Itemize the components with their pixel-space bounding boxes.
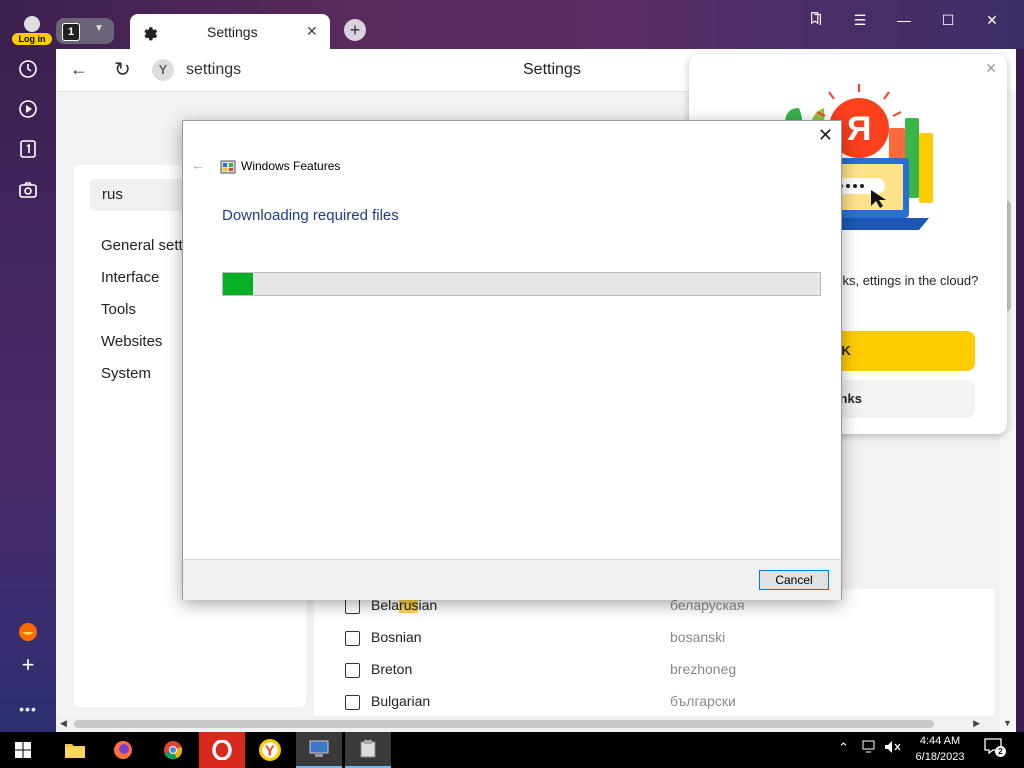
windows-features-dialog: ✕ ← Windows Features Downloading require…: [182, 120, 842, 600]
bookmarks-icon[interactable]: [804, 10, 828, 30]
tab-title: Settings: [207, 24, 258, 40]
search-value: rus: [102, 186, 123, 203]
language-row[interactable]: Bosnian bosanski: [314, 621, 994, 653]
language-row[interactable]: Breton brezhoneg: [314, 653, 994, 685]
gear-icon: [144, 27, 158, 41]
user-avatar-icon: [24, 16, 40, 32]
url-field[interactable]: settings: [186, 61, 241, 79]
dialog-footer: Cancel: [183, 559, 841, 600]
windows-features-icon: [220, 160, 236, 174]
zen-icon[interactable]: [14, 618, 42, 646]
tab-count-button[interactable]: 1 ▼: [56, 18, 114, 44]
cancel-button[interactable]: Cancel: [759, 570, 829, 590]
clock-time: 4:44 AM: [919, 735, 961, 747]
language-name: Breton: [371, 661, 413, 677]
tab-settings[interactable]: Settings ✕: [130, 14, 330, 50]
tab-count: 1: [62, 23, 80, 41]
windows-logo-icon: [15, 742, 31, 758]
system-clock[interactable]: 4:44 AM 6/18/2023: [905, 733, 975, 765]
minimize-button[interactable]: —: [892, 10, 916, 30]
horizontal-scrollbar[interactable]: ◀ ▶: [56, 716, 1000, 732]
windows-features-task-icon[interactable]: [345, 732, 391, 768]
language-checkbox[interactable]: [345, 695, 360, 710]
progress-fill: [223, 273, 253, 295]
play-icon[interactable]: [14, 95, 42, 123]
scroll-right-icon[interactable]: ▶: [973, 718, 980, 729]
action-center-button[interactable]: 2: [984, 738, 1006, 758]
yandex-site-icon[interactable]: Y: [152, 59, 174, 81]
screenshot-icon[interactable]: [14, 176, 42, 204]
taskbar: Y ⌃ 4:44 AM 6/18/2023 2: [0, 732, 1024, 768]
firefox-icon[interactable]: [100, 732, 146, 768]
login-button[interactable]: Log in: [12, 16, 52, 46]
tray-expand-icon[interactable]: ⌃: [838, 740, 849, 756]
language-checkbox[interactable]: [345, 631, 360, 646]
language-native-name: български: [670, 693, 736, 709]
more-icon[interactable]: •••: [14, 695, 42, 723]
menu-icon[interactable]: ☰: [848, 10, 872, 30]
scrollbar-thumb[interactable]: [74, 720, 934, 728]
language-native-name: brezhoneg: [670, 661, 737, 677]
notification-count: 2: [995, 746, 1006, 757]
nav-tools[interactable]: Tools: [101, 301, 136, 318]
close-tab-icon[interactable]: ✕: [306, 23, 318, 40]
back-icon[interactable]: ←: [70, 59, 88, 80]
login-label: Log in: [12, 33, 52, 45]
language-list: Belarusian беларуская Bosnian bosanski B…: [314, 589, 994, 719]
tabs-counter-icon[interactable]: [14, 135, 42, 163]
nav-websites[interactable]: Websites: [101, 333, 162, 350]
chrome-icon[interactable]: [150, 732, 196, 768]
volume-muted-icon[interactable]: [884, 740, 902, 757]
language-checkbox[interactable]: [345, 663, 360, 678]
language-row[interactable]: Bulgarian български: [314, 685, 994, 717]
reload-icon[interactable]: ↻: [114, 57, 131, 82]
download-progress-bar: [222, 272, 821, 296]
language-name: Bosnian: [371, 629, 422, 645]
file-explorer-icon[interactable]: [52, 732, 98, 768]
browser-titlebar: Log in 1 ▼ Settings ✕ + ☰ — ☐ ✕: [0, 0, 1024, 50]
add-icon[interactable]: +: [14, 651, 42, 679]
back-arrow-icon[interactable]: ←: [191, 157, 205, 173]
start-button[interactable]: [0, 732, 46, 768]
opera-icon[interactable]: [199, 732, 245, 768]
nav-system[interactable]: System: [101, 365, 151, 382]
maximize-button[interactable]: ☐: [936, 10, 960, 30]
close-icon[interactable]: ✕: [985, 60, 997, 77]
language-name: Bulgarian: [371, 693, 431, 709]
nav-interface[interactable]: Interface: [101, 269, 159, 286]
language-checkbox[interactable]: [345, 599, 360, 614]
history-icon[interactable]: [14, 55, 42, 83]
new-tab-button[interactable]: +: [344, 19, 366, 41]
chevron-down-icon: ▼: [94, 23, 104, 34]
svg-text:Y: Y: [265, 744, 275, 760]
scroll-down-icon[interactable]: ▼: [1003, 718, 1012, 728]
network-icon[interactable]: [862, 740, 878, 757]
side-panel: + •••: [0, 49, 56, 732]
close-window-button[interactable]: ✕: [980, 10, 1004, 30]
scroll-left-icon[interactable]: ◀: [60, 718, 67, 729]
page-title: Settings: [523, 61, 581, 78]
nav-general-settings[interactable]: General setti: [101, 237, 186, 254]
language-native-name: bosanski: [670, 629, 726, 645]
close-icon[interactable]: ✕: [818, 125, 833, 146]
yandex-browser-icon[interactable]: Y: [247, 732, 293, 768]
dialog-heading: Downloading required files: [222, 207, 399, 224]
clock-date: 6/18/2023: [915, 751, 965, 763]
svg-text:Я: Я: [847, 110, 871, 148]
control-panel-icon[interactable]: [296, 732, 342, 768]
dialog-title: Windows Features: [241, 159, 341, 173]
